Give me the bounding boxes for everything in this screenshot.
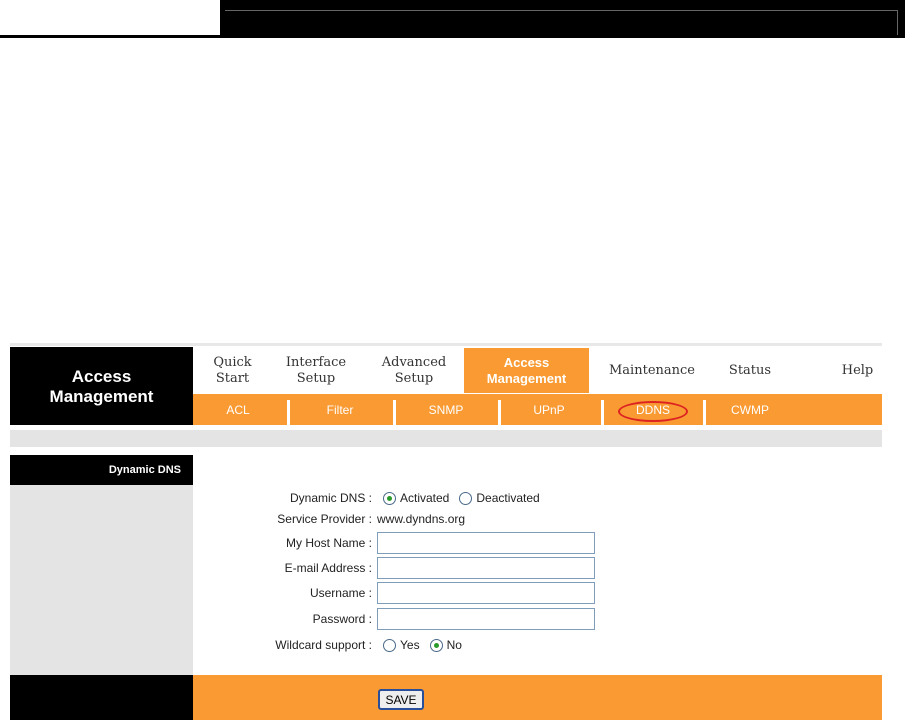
tab-access-management[interactable]: Access Management	[464, 348, 589, 393]
activated-label: Activated	[400, 491, 450, 505]
tab-help[interactable]: Help	[830, 348, 885, 393]
subtab-snmp[interactable]: SNMP	[396, 394, 496, 425]
tab-label: Setup	[394, 370, 434, 386]
yes-label: Yes	[400, 638, 420, 652]
provider-value: www.dyndns.org	[377, 512, 466, 526]
gray-strip	[10, 430, 882, 447]
subtab-acl[interactable]: ACL	[188, 394, 288, 425]
tab-advanced-setup[interactable]: Advanced Setup	[366, 348, 462, 393]
frame-top-strip	[10, 343, 882, 346]
tab-label: Access	[503, 354, 550, 370]
page-title: Access Management	[10, 347, 193, 425]
ddns-radio-group: Activated Deactivated	[377, 489, 540, 507]
title-line1: Access	[71, 367, 132, 386]
password-input[interactable]	[377, 608, 595, 630]
header-divider	[0, 35, 905, 38]
footer-left	[10, 675, 193, 720]
wildcard-radio-group: Yes No	[377, 636, 462, 654]
subtab-cwmp[interactable]: CWMP	[700, 394, 800, 425]
subtab-filter[interactable]: Filter	[290, 394, 390, 425]
header-frame	[225, 10, 898, 35]
tab-interface-setup[interactable]: Interface Setup	[272, 348, 360, 393]
deactivated-radio[interactable]	[459, 491, 473, 505]
email-label: E-mail Address :	[284, 561, 372, 575]
tab-label: Interface	[285, 354, 347, 370]
tab-label: Start	[215, 370, 250, 386]
ddns-label: Dynamic DNS :	[289, 491, 372, 505]
host-name-input[interactable]	[377, 532, 595, 554]
tab-label: Help	[841, 362, 874, 378]
username-label: Username :	[309, 586, 372, 600]
save-button[interactable]: SAVE	[378, 689, 424, 710]
title-line2: Management	[49, 387, 154, 406]
wildcard-yes-radio[interactable]	[383, 638, 396, 652]
activated-radio[interactable]	[383, 491, 396, 505]
tab-status[interactable]: Status	[714, 348, 786, 393]
password-label: Password :	[312, 612, 372, 626]
wildcard-no-radio[interactable]	[429, 638, 443, 652]
wildcard-label: Wildcard support :	[275, 638, 372, 652]
section-title: Dynamic DNS	[10, 455, 193, 485]
tab-label: Maintenance	[609, 362, 695, 378]
username-input[interactable]	[377, 582, 595, 604]
tab-label: Setup	[296, 370, 336, 386]
tab-label: Status	[728, 362, 772, 378]
host-label: My Host Name :	[285, 536, 372, 550]
tab-label: Management	[486, 370, 567, 386]
provider-label: Service Provider :	[277, 512, 372, 526]
tab-maintenance[interactable]: Maintenance	[596, 348, 708, 393]
no-label: No	[446, 638, 462, 652]
deactivated-label: Deactivated	[476, 491, 540, 505]
tab-label: Quick	[213, 354, 252, 370]
highlight-circle	[618, 401, 688, 422]
subtab-upnp[interactable]: UPnP	[499, 394, 599, 425]
footer-bar	[193, 675, 882, 720]
email-input[interactable]	[377, 557, 595, 579]
tab-label: Advanced	[381, 354, 447, 370]
tab-quick-start[interactable]: Quick Start	[195, 348, 270, 393]
